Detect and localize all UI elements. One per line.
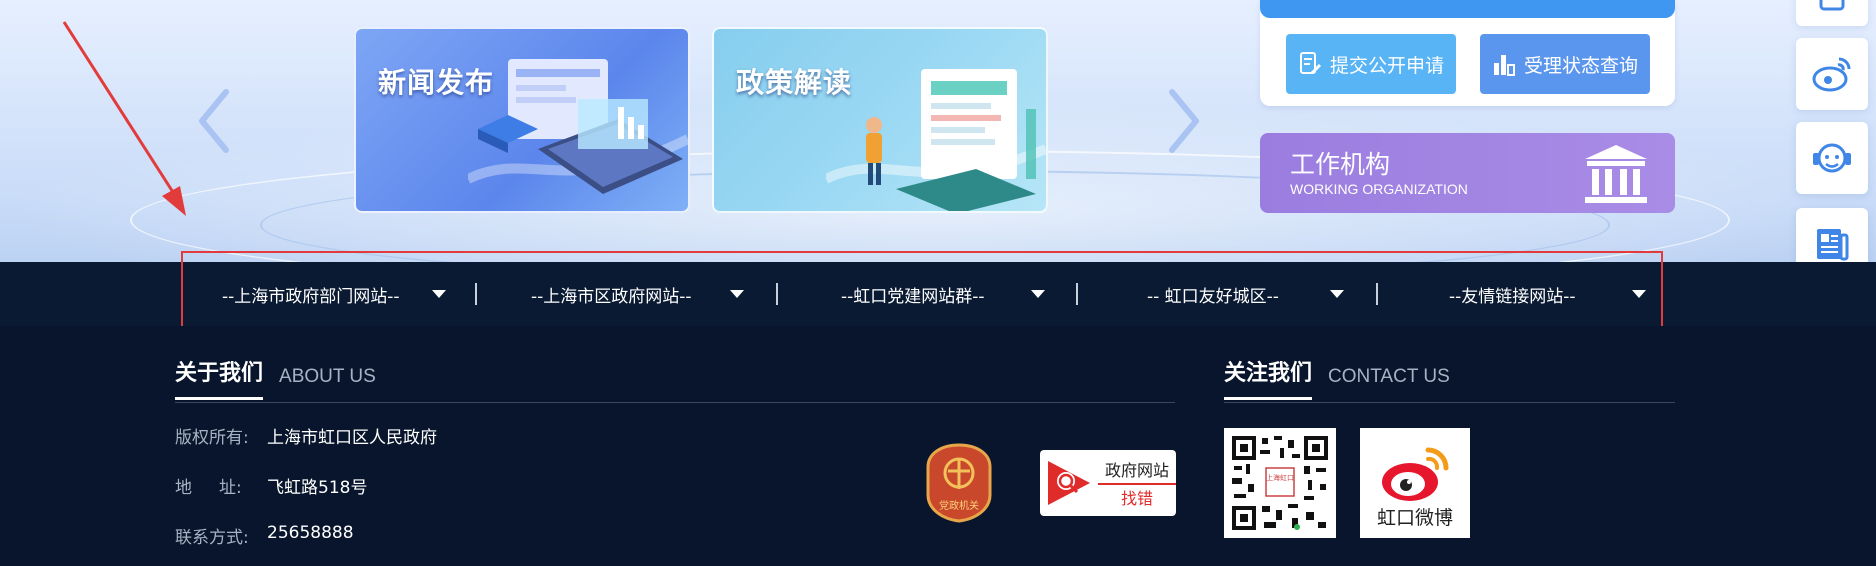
qr-code-icon: 上海虹口	[1230, 434, 1330, 532]
find-error-text: 政府网站 找错	[1098, 457, 1176, 509]
disclosure-apply-panel: 提交公开申请 受理状态查询	[1260, 0, 1675, 106]
contact-us-title: 关注我们	[1224, 355, 1313, 400]
side-weibo-button[interactable]	[1796, 38, 1868, 110]
customer-service-icon	[1813, 143, 1851, 173]
annotation-arrow-icon	[62, 21, 186, 216]
carousel-prev-icon[interactable]	[196, 88, 232, 154]
submit-disclosure-application-button[interactable]: 提交公开申请	[1286, 34, 1456, 94]
panel-header-bar	[1260, 0, 1675, 18]
working-organization-card[interactable]: 工作机构 WORKING ORGANIZATION	[1260, 133, 1675, 213]
weibo-label: 虹口微博	[1376, 507, 1453, 529]
qr-center-text: 上海虹口	[1266, 473, 1294, 482]
copyright-row: 版权所有: 上海市虹口区人民政府	[175, 423, 437, 448]
side-service-button[interactable]	[1796, 122, 1868, 194]
about-us-subtitle: ABOUT US	[279, 366, 376, 387]
working-organization-subtitle: WORKING ORGANIZATION	[1290, 181, 1468, 197]
application-status-query-button[interactable]: 受理状态查询	[1480, 34, 1650, 94]
document-icon	[1819, 0, 1845, 11]
address-row: 地 址: 飞虹路518号	[175, 473, 367, 498]
government-building-icon	[1585, 145, 1647, 203]
about-us-heading: 关于我们 ABOUT US	[175, 360, 376, 400]
contact-label: 联系方式:	[175, 528, 249, 548]
contact-us-heading: 关注我们 CONTACT US	[1224, 360, 1450, 400]
weibo-icon	[1812, 57, 1851, 92]
computer-illustration-icon	[826, 69, 1046, 211]
hongkou-weibo-link[interactable]: 虹口微博	[1360, 428, 1470, 538]
qr-code: 上海虹口	[1224, 428, 1336, 538]
magnifier-icon	[1048, 461, 1090, 505]
status-chart-icon	[1493, 55, 1515, 76]
carousel-next-icon[interactable]	[1166, 88, 1202, 154]
contact-value: 25658888	[267, 523, 354, 543]
badge-text: 党政机关	[939, 499, 979, 512]
contact-divider	[1224, 402, 1675, 403]
copyright-value: 上海市虹口区人民政府	[267, 428, 437, 448]
status-query-label: 受理状态查询	[1523, 54, 1638, 77]
find-error-line2: 找错	[1098, 483, 1176, 509]
address-value: 飞虹路518号	[267, 478, 368, 498]
copyright-label: 版权所有:	[175, 428, 249, 448]
weibo-logo-icon	[1382, 447, 1449, 501]
government-website-find-error-link[interactable]: 政府网站 找错	[1040, 450, 1176, 516]
about-divider	[175, 402, 1175, 403]
party-government-badge-icon[interactable]: 党政机关	[926, 443, 992, 523]
about-us-title: 关于我们	[175, 355, 264, 400]
policy-interpretation-card[interactable]: 政策解读	[712, 27, 1048, 213]
news-release-card[interactable]: 新闻发布	[354, 27, 690, 213]
submit-application-label: 提交公开申请	[1329, 54, 1444, 77]
side-tool-top-button[interactable]	[1796, 0, 1868, 26]
form-submit-icon	[1299, 52, 1322, 75]
annotation-highlight-box	[181, 251, 1663, 329]
find-error-line1: 政府网站	[1104, 461, 1169, 480]
working-organization-title: 工作机构	[1290, 150, 1391, 179]
newspaper-icon	[1817, 229, 1849, 261]
contact-row: 联系方式: 25658888	[175, 523, 354, 548]
contact-us-subtitle: CONTACT US	[1328, 366, 1450, 387]
laptop-illustration-icon	[468, 59, 688, 194]
address-label: 地 址:	[175, 478, 242, 498]
